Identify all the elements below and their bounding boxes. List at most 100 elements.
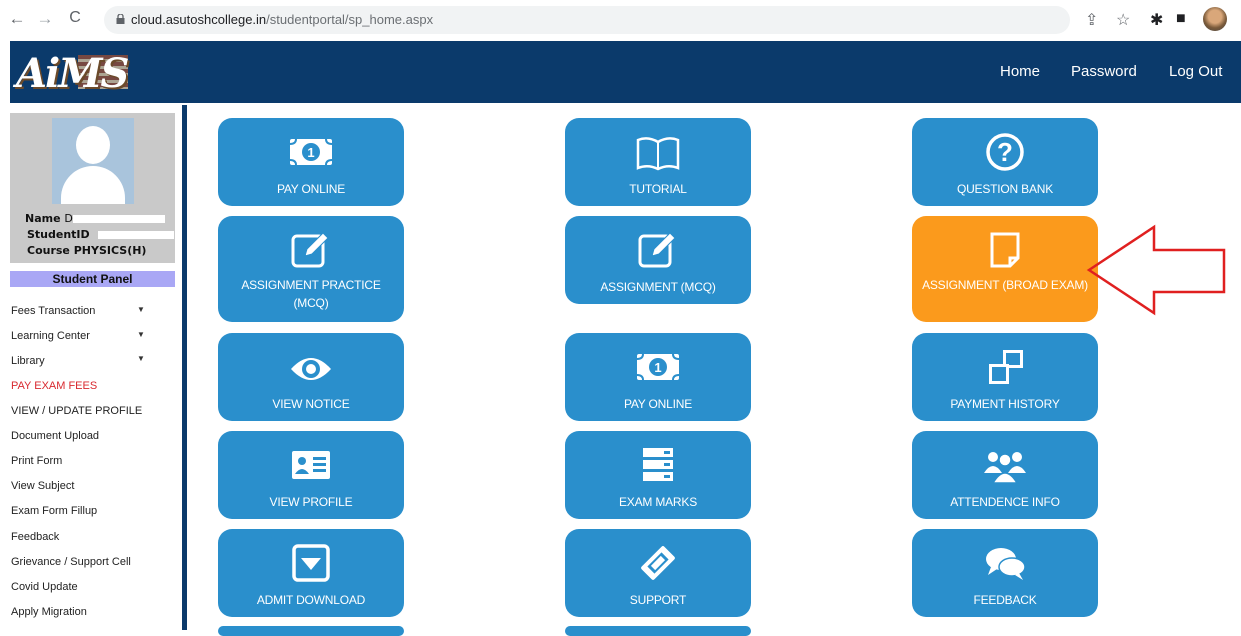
menu-view-update-profile[interactable]: VIEW / UPDATE PROFILE [11,405,142,417]
book-icon [636,137,680,171]
tile-label: ASSIGNMENT PRACTICE (MCQ) [241,278,381,310]
profile-photo [52,118,134,204]
document-icon [990,232,1020,268]
windows-icon [989,350,1023,384]
user-silhouette-head [76,126,110,164]
nav-logout-link[interactable]: Log Out [1169,63,1222,80]
course-label: Course [27,244,70,257]
menu-covid-update[interactable]: Covid Update [11,581,78,593]
money-icon: 1 [636,353,680,381]
menu-learning-center[interactable]: Learning Center [11,330,90,342]
tile-tutorial[interactable]: TUTORIAL [565,118,751,206]
tile-admit-download[interactable]: ADMIT DOWNLOAD [218,529,404,617]
profile-card: Name D StudentID Course PHYSICS(H) [10,113,175,263]
tile-partial[interactable] [218,626,404,636]
course-value: PHYSICS(H) [73,244,147,257]
tile-payment-history[interactable]: PAYMENT HISTORY [912,333,1098,421]
ticket-icon [641,546,675,580]
menu-grievance-support[interactable]: Grievance / Support Cell [11,556,131,568]
tile-label: PAYMENT HISTORY [950,397,1060,411]
browser-toolbar: ← → C cloud.asutoshcollege.in/studentpor… [0,0,1241,40]
tile-label: ATTENDENCE INFO [950,495,1060,509]
menu-view-subject[interactable]: View Subject [11,480,74,492]
tile-pay-online-2[interactable]: 1 PAY ONLINE [565,333,751,421]
user-silhouette-body [61,166,125,204]
tile-partial[interactable] [565,626,751,636]
tile-label: QUESTION BANK [956,182,1054,196]
star-icon[interactable]: ☆ [1116,10,1130,30]
menu-pay-exam-fees[interactable]: PAY EXAM FEES [11,380,97,392]
menu-feedback[interactable]: Feedback [11,531,59,543]
svg-text:1: 1 [307,145,314,160]
url-path: /studentportal/sp_home.aspx [266,12,434,27]
profile-course-row: Course PHYSICS(H) [27,244,146,257]
menu-fees-transaction[interactable]: Fees Transaction [11,305,95,317]
back-icon[interactable]: ← [6,9,28,29]
studentid-redaction [97,231,174,239]
side-panel-icon[interactable]: ■ [1176,10,1186,28]
tile-label: PAY ONLINE [623,397,693,411]
extensions-icon[interactable]: ✱ [1150,10,1163,30]
nav-home-link[interactable]: Home [1000,63,1040,80]
profile-studentid-row: StudentID [27,228,174,241]
caret-down-icon[interactable]: ▼ [137,330,145,339]
aims-logo[interactable]: AiMS [12,47,132,97]
menu-print-form[interactable]: Print Form [11,455,62,467]
tile-assignment-mcq[interactable]: ASSIGNMENT (MCQ) [565,216,751,304]
tile-label: TUTORIAL [629,182,687,196]
sidebar-divider [182,105,187,630]
reload-icon[interactable]: C [64,9,86,27]
tile-label: VIEW PROFILE [269,495,353,509]
money-icon: 1 [289,138,333,166]
sidebar: Name D StudentID Course PHYSICS(H) Stude… [0,103,185,630]
tile-feedback[interactable]: FEEDBACK [912,529,1098,617]
server-icon [643,448,673,481]
tile-question-bank[interactable]: ? QUESTION BANK [912,118,1098,206]
tile-assignment-broad-exam[interactable]: ASSIGNMENT (BROAD EXAM) [912,216,1098,322]
tile-label: VIEW NOTICE [272,397,350,411]
lock-icon [116,14,125,24]
student-panel-header: Student Panel [10,271,175,287]
tile-label: ASSIGNMENT (BROAD EXAM) [922,278,1088,292]
name-value: D [64,212,73,225]
svg-text:1: 1 [654,360,661,375]
forward-icon[interactable]: → [34,9,56,29]
caret-down-icon[interactable]: ▼ [137,305,145,314]
address-bar[interactable]: cloud.asutoshcollege.in/studentportal/sp… [104,6,1070,34]
url-domain: cloud.asutoshcollege.in [131,12,267,27]
profile-avatar[interactable] [1203,7,1227,31]
tile-support[interactable]: SUPPORT [565,529,751,617]
edit-icon [638,232,676,268]
name-label: Name [25,212,61,225]
menu-exam-form-fillup[interactable]: Exam Form Fillup [11,505,97,517]
users-icon [984,452,1026,484]
caret-down-icon[interactable]: ▼ [137,354,145,363]
url-text: cloud.asutoshcollege.in/studentportal/sp… [131,12,433,27]
menu-apply-migration[interactable]: Apply Migration [11,606,87,618]
tile-label: EXAM MARKS [618,495,698,509]
logo-text: AiMS [16,50,129,97]
tile-attendence-info[interactable]: ATTENDENCE INFO [912,431,1098,519]
question-icon: ? [986,133,1024,171]
nav-password-link[interactable]: Password [1071,63,1137,80]
studentid-label: StudentID [27,228,90,241]
share-icon[interactable]: ⇪ [1085,10,1098,30]
menu-library[interactable]: Library [11,355,45,367]
tile-assignment-practice-mcq[interactable]: ASSIGNMENT PRACTICE (MCQ) [218,216,404,322]
eye-icon [291,358,331,380]
id-card-icon [292,451,330,479]
profile-name-row: Name D [25,212,165,225]
svg-text:?: ? [997,137,1013,167]
tile-label: FEEDBACK [973,593,1037,607]
tile-view-notice[interactable]: VIEW NOTICE [218,333,404,421]
tile-view-profile[interactable]: VIEW PROFILE [218,431,404,519]
menu-document-upload[interactable]: Document Upload [11,430,99,442]
tile-pay-online[interactable]: 1 PAY ONLINE [218,118,404,206]
name-redaction [72,215,165,223]
app-header: AiMS Home Password Log Out [10,41,1241,103]
edit-icon [291,232,329,268]
comments-icon [986,548,1026,580]
tile-label: SUPPORT [629,593,687,607]
tile-exam-marks[interactable]: EXAM MARKS [565,431,751,519]
annotation-arrow-icon [1086,224,1226,316]
